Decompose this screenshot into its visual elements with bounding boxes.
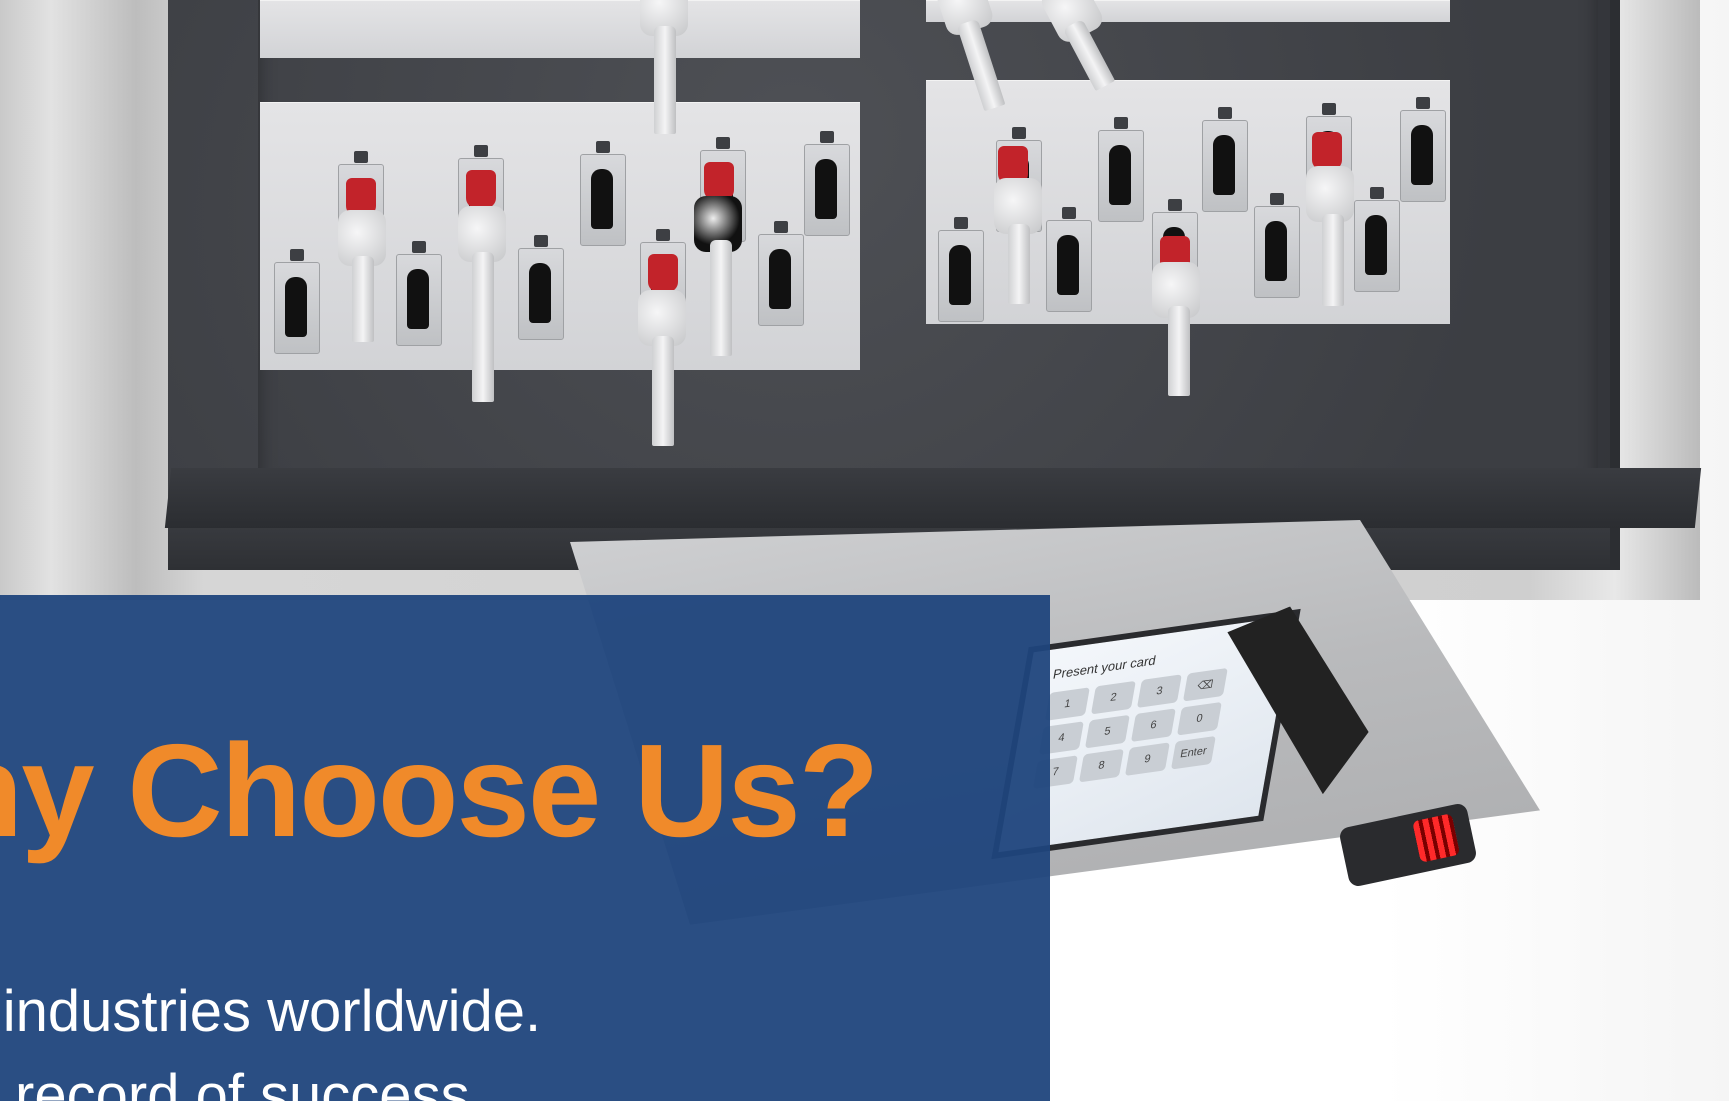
key-slot — [396, 241, 442, 346]
hero-text-line-1: Serving industries worldwide. — [0, 979, 542, 1044]
key-slot — [938, 217, 984, 322]
key-slot — [1400, 97, 1446, 202]
key-slot — [580, 141, 626, 246]
keypad-key[interactable]: ⌫ — [1182, 667, 1228, 702]
hero-title: Why Choose Us? — [0, 717, 879, 864]
key-slot — [1254, 193, 1300, 298]
key-blade — [652, 336, 674, 446]
key-blade — [710, 240, 732, 356]
hero-text-line-2: A proven record of success. — [0, 1063, 486, 1101]
key-cabinet-shelf — [164, 468, 1702, 528]
hero-background: Present your card 1 2 3 ⌫ 4 5 6 0 7 8 9 … — [0, 0, 1729, 1101]
key-slot — [1202, 107, 1248, 212]
keypad-key[interactable]: Enter — [1170, 735, 1216, 770]
keypad-key[interactable]: 8 — [1078, 748, 1124, 783]
key-panel-top-right — [926, 0, 1450, 22]
key-blade — [654, 26, 676, 134]
keypad-key[interactable]: 6 — [1130, 708, 1176, 742]
key-slot — [758, 221, 804, 326]
key-blade — [1008, 224, 1030, 304]
key-slot — [274, 249, 320, 354]
key-blade — [1322, 214, 1344, 306]
key-slot — [804, 131, 850, 236]
key-slot — [1046, 207, 1092, 312]
key-blade — [352, 256, 374, 342]
keypad-key[interactable]: 5 — [1084, 714, 1130, 749]
keypad-key[interactable]: 1 — [1044, 687, 1090, 721]
key-slot — [1354, 187, 1400, 292]
key-slot — [518, 235, 564, 340]
key-panel-top-left — [260, 0, 860, 58]
keypad-key[interactable]: 2 — [1090, 680, 1136, 715]
keypad: 1 2 3 ⌫ 4 5 6 0 7 8 9 Enter — [1032, 667, 1228, 789]
key-tag — [648, 254, 678, 292]
key-blade — [1168, 306, 1190, 396]
key-tag — [704, 162, 734, 200]
keypad-key[interactable]: 0 — [1176, 701, 1222, 736]
key-tag — [1312, 132, 1342, 170]
key-blade — [472, 252, 494, 402]
keypad-key[interactable]: 3 — [1136, 674, 1182, 708]
keypad-key[interactable]: 9 — [1124, 742, 1170, 776]
screen-prompt: Present your card — [1051, 652, 1158, 682]
key-tag — [466, 170, 496, 208]
key-slot — [1098, 117, 1144, 222]
